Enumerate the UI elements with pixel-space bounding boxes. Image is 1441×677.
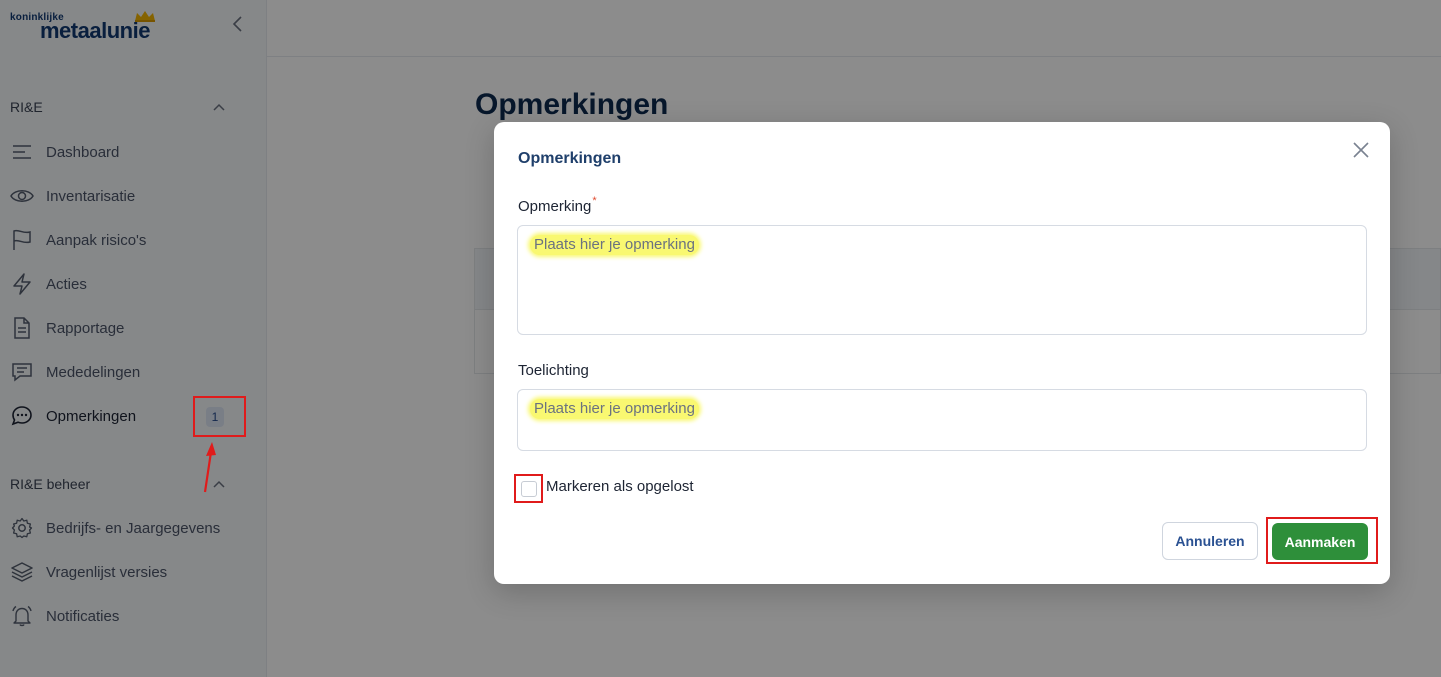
- badge-annotation-box: [193, 396, 246, 437]
- checkbox-label[interactable]: Markeren als opgelost: [546, 478, 694, 495]
- opmerking-textarea[interactable]: Plaats hier je opmerking: [517, 225, 1367, 335]
- cancel-button[interactable]: Annuleren: [1162, 522, 1258, 560]
- create-button[interactable]: Aanmaken: [1272, 523, 1368, 560]
- annotation-arrow-icon: [203, 442, 216, 493]
- required-asterisk: *: [592, 195, 597, 207]
- checkbox-annotation-box: [514, 474, 543, 503]
- close-icon[interactable]: [1352, 141, 1370, 159]
- markeren-als-opgelost-checkbox[interactable]: [521, 481, 537, 497]
- modal-title: Opmerkingen: [518, 150, 622, 167]
- opmerking-label-text: Opmerking: [518, 198, 592, 215]
- comment-modal: Opmerkingen Opmerking* Plaats hier je op…: [494, 122, 1390, 584]
- opmerking-placeholder: Plaats hier je opmerking: [530, 235, 699, 255]
- toelichting-placeholder: Plaats hier je opmerking: [530, 399, 699, 419]
- toelichting-label: Toelichting: [518, 362, 589, 379]
- opmerking-label: Opmerking*: [518, 195, 597, 215]
- toelichting-textarea[interactable]: Plaats hier je opmerking: [517, 389, 1367, 451]
- create-button-annotation-box: Aanmaken: [1266, 517, 1378, 564]
